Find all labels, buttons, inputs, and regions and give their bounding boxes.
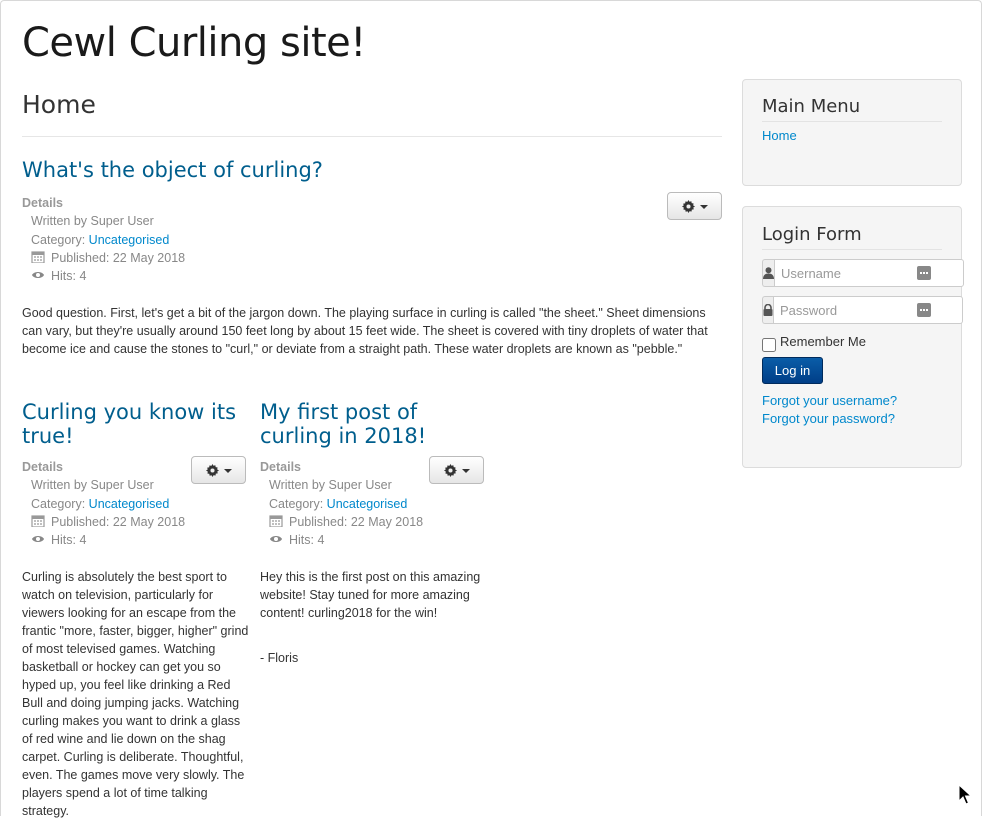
chevron-down-icon: [699, 205, 708, 209]
hits-line: Hits: 4: [22, 531, 185, 549]
forgot-username-link[interactable]: Forgot your username?: [762, 393, 897, 408]
category-line: Category: Uncategorised: [22, 495, 185, 513]
gear-icon: [443, 463, 457, 477]
published-line: Published: 22 May 2018: [260, 513, 423, 531]
article-body: Hey this is the first post on this amazi…: [260, 570, 481, 620]
category-link[interactable]: Uncategorised: [89, 233, 170, 247]
hits-text: Hits: 4: [51, 533, 87, 548]
author-line: Written by Super User: [269, 478, 392, 493]
published-text: Published: 22 May 2018: [51, 250, 186, 265]
article-info: Details Written by Super User Category: …: [22, 194, 185, 285]
details-label: Details: [22, 460, 63, 474]
lock-icon: [762, 296, 773, 324]
user-icon: [762, 259, 774, 287]
gear-icon: [681, 199, 695, 213]
published-line: Published: 22 May 2018: [22, 249, 185, 267]
hits-text: Hits: 4: [289, 533, 325, 548]
main-menu-module: Main Menu Home: [742, 79, 962, 186]
login-form-title: Login Form: [762, 224, 942, 250]
article-curling-you-know: Curling you know its true!: [22, 400, 247, 448]
article-info: Details Written by Super User Category: …: [260, 458, 423, 549]
category-label: Category:: [269, 496, 327, 511]
category-label: Category:: [31, 496, 89, 511]
username-group: [762, 259, 964, 287]
chevron-down-icon: [223, 469, 232, 473]
article-actions-button[interactable]: [667, 192, 722, 220]
category-line: Category: Uncategorised: [22, 231, 185, 249]
author-line: Written by Super User: [31, 214, 154, 229]
login-button[interactable]: Log in: [762, 357, 823, 384]
article-actions-button[interactable]: [429, 456, 484, 484]
details-label: Details: [22, 196, 63, 210]
remember-me-checkbox[interactable]: [762, 338, 776, 352]
calendar-icon: [269, 515, 283, 527]
password-group: [762, 296, 963, 324]
article-body: Good question. First, let's get a bit of…: [22, 306, 708, 356]
category-line: Category: Uncategorised: [260, 495, 423, 513]
article-first-post: My first post of curling in 2018!: [260, 400, 485, 448]
hits-text: Hits: 4: [51, 269, 87, 284]
main-menu-title: Main Menu: [762, 96, 942, 122]
calendar-icon: [31, 515, 45, 527]
article-body: Curling is absolutely the best sport to …: [22, 570, 249, 818]
article-info: Details Written by Super User Category: …: [22, 458, 185, 549]
category-label: Category:: [31, 232, 89, 247]
gear-icon: [205, 463, 219, 477]
remember-me-row[interactable]: Remember Me: [762, 334, 866, 352]
eye-icon: [32, 536, 44, 543]
published-text: Published: 22 May 2018: [51, 514, 186, 529]
forgot-password-link[interactable]: Forgot your password?: [762, 411, 895, 426]
hits-line: Hits: 4: [260, 531, 423, 549]
menu-item-home[interactable]: Home: [762, 128, 942, 143]
article-title[interactable]: What's the object of curling?: [22, 158, 722, 182]
eye-icon: [32, 272, 44, 279]
password-manager-icon[interactable]: [917, 303, 931, 317]
username-input[interactable]: [774, 259, 964, 287]
article-title[interactable]: My first post of curling in 2018!: [260, 400, 485, 448]
author-line: Written by Super User: [31, 478, 154, 493]
published-text: Published: 22 May 2018: [289, 514, 424, 529]
category-link[interactable]: Uncategorised: [89, 497, 170, 511]
page-heading: Home: [22, 90, 96, 119]
mouse-cursor-icon: [958, 784, 972, 805]
article-title[interactable]: Curling you know its true!: [22, 400, 247, 448]
password-input[interactable]: [773, 296, 963, 324]
article-signature: - Floris: [260, 651, 299, 665]
page-divider: [22, 136, 722, 137]
site-title[interactable]: Cewl Curling site!: [22, 20, 366, 66]
calendar-icon: [31, 251, 45, 263]
password-manager-icon[interactable]: [917, 266, 931, 280]
eye-icon: [270, 536, 282, 543]
details-label: Details: [260, 460, 301, 474]
category-link[interactable]: Uncategorised: [327, 497, 408, 511]
article-object-of-curling: What's the object of curling?: [22, 158, 722, 182]
hits-line: Hits: 4: [22, 267, 185, 285]
chevron-down-icon: [461, 469, 470, 473]
article-actions-button[interactable]: [191, 456, 246, 484]
remember-me-label: Remember Me: [780, 334, 866, 349]
published-line: Published: 22 May 2018: [22, 513, 185, 531]
